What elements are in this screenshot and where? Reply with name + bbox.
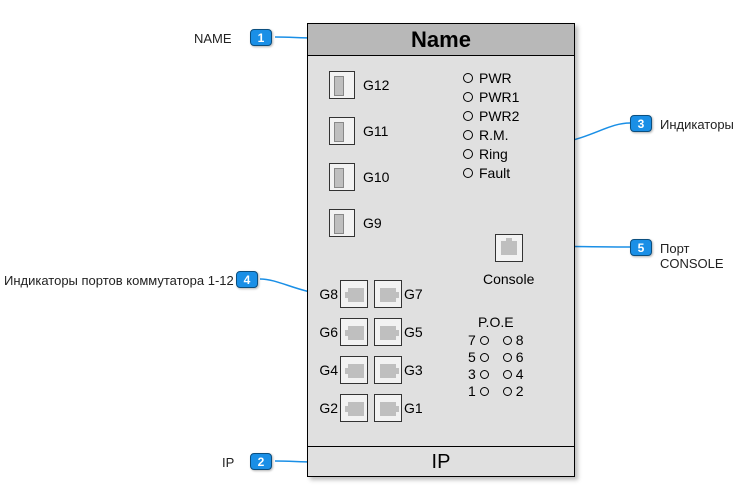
indicator-label: R.M. bbox=[479, 127, 509, 143]
indicator-label: PWR bbox=[479, 70, 512, 86]
rj45-port-icon bbox=[340, 394, 368, 422]
led-icon bbox=[480, 336, 489, 345]
led-icon bbox=[503, 387, 512, 396]
callout-5-badge: 5 bbox=[630, 239, 652, 256]
poe-num: 2 bbox=[516, 383, 524, 399]
poe-block: P.O.E 7 8 5 6 3 4 1 2 bbox=[468, 314, 524, 400]
device-ip: IP bbox=[308, 446, 574, 476]
indicator-label: Fault bbox=[479, 165, 510, 181]
indicator-label: Ring bbox=[479, 146, 508, 162]
led-icon bbox=[463, 168, 473, 178]
sfp-label: G9 bbox=[363, 215, 382, 231]
console-label: Console bbox=[483, 271, 534, 287]
rj45-port-icon bbox=[340, 318, 368, 346]
rj45-port-icon bbox=[374, 318, 402, 346]
sfp-port-icon bbox=[329, 209, 355, 237]
poe-num: 1 bbox=[468, 383, 476, 399]
rj45-grid: G8 G7 G6 G5 G4 G3 G2 G1 bbox=[312, 280, 430, 432]
led-icon bbox=[480, 370, 489, 379]
led-icon bbox=[463, 92, 473, 102]
rj45-port-icon bbox=[374, 394, 402, 422]
callout-3-badge: 3 bbox=[630, 115, 652, 132]
poe-num: 7 bbox=[468, 332, 476, 348]
callout-4-label: Индикаторы портов коммутатора 1-12 bbox=[4, 273, 234, 288]
rj-label: G4 bbox=[312, 362, 338, 378]
rj-label: G3 bbox=[404, 362, 430, 378]
callout-2-label: IP bbox=[222, 455, 234, 470]
sfp-port-icon bbox=[329, 163, 355, 191]
rj45-port-icon bbox=[374, 356, 402, 384]
led-icon bbox=[503, 353, 512, 362]
poe-num: 4 bbox=[516, 366, 524, 382]
device-title: Name bbox=[308, 24, 574, 56]
led-icon bbox=[463, 111, 473, 121]
sfp-port-icon bbox=[329, 117, 355, 145]
poe-num: 6 bbox=[516, 349, 524, 365]
poe-title: P.O.E bbox=[468, 314, 524, 330]
callout-1-label: NAME bbox=[194, 31, 232, 46]
poe-num: 5 bbox=[468, 349, 476, 365]
rj45-port-icon bbox=[374, 280, 402, 308]
led-icon bbox=[480, 353, 489, 362]
callout-2-badge: 2 bbox=[250, 453, 272, 470]
poe-num: 8 bbox=[516, 332, 524, 348]
callout-5-label: Порт CONSOLE bbox=[660, 241, 756, 271]
sfp-label: G12 bbox=[363, 77, 389, 93]
sfp-column: G12 G11 G10 G9 bbox=[329, 71, 389, 255]
led-icon bbox=[463, 130, 473, 140]
indicators-block: PWR PWR1 PWR2 R.M. Ring Fault bbox=[463, 70, 519, 184]
indicator-label: PWR2 bbox=[479, 108, 519, 124]
console-block: Console bbox=[483, 234, 534, 287]
sfp-label: G11 bbox=[363, 123, 388, 139]
sfp-port-icon bbox=[329, 71, 355, 99]
callout-3-label: Индикаторы bbox=[660, 117, 734, 132]
led-icon bbox=[463, 73, 473, 83]
poe-num: 3 bbox=[468, 366, 476, 382]
indicator-label: PWR1 bbox=[479, 89, 519, 105]
led-icon bbox=[503, 370, 512, 379]
rj-label: G7 bbox=[404, 286, 430, 302]
console-port-icon bbox=[495, 234, 523, 262]
led-icon bbox=[463, 149, 473, 159]
rj-label: G2 bbox=[312, 400, 338, 416]
rj-label: G8 bbox=[312, 286, 338, 302]
led-icon bbox=[480, 387, 489, 396]
callout-1-badge: 1 bbox=[250, 29, 272, 46]
sfp-label: G10 bbox=[363, 169, 389, 185]
led-icon bbox=[503, 336, 512, 345]
rj-label: G1 bbox=[404, 400, 430, 416]
callout-4-badge: 4 bbox=[236, 271, 258, 288]
rj-label: G5 bbox=[404, 324, 430, 340]
rj-label: G6 bbox=[312, 324, 338, 340]
device-panel: Name G12 G11 G10 G9 PWR PWR1 PWR2 R.M. R… bbox=[307, 23, 575, 477]
rj45-port-icon bbox=[340, 356, 368, 384]
rj45-port-icon bbox=[340, 280, 368, 308]
